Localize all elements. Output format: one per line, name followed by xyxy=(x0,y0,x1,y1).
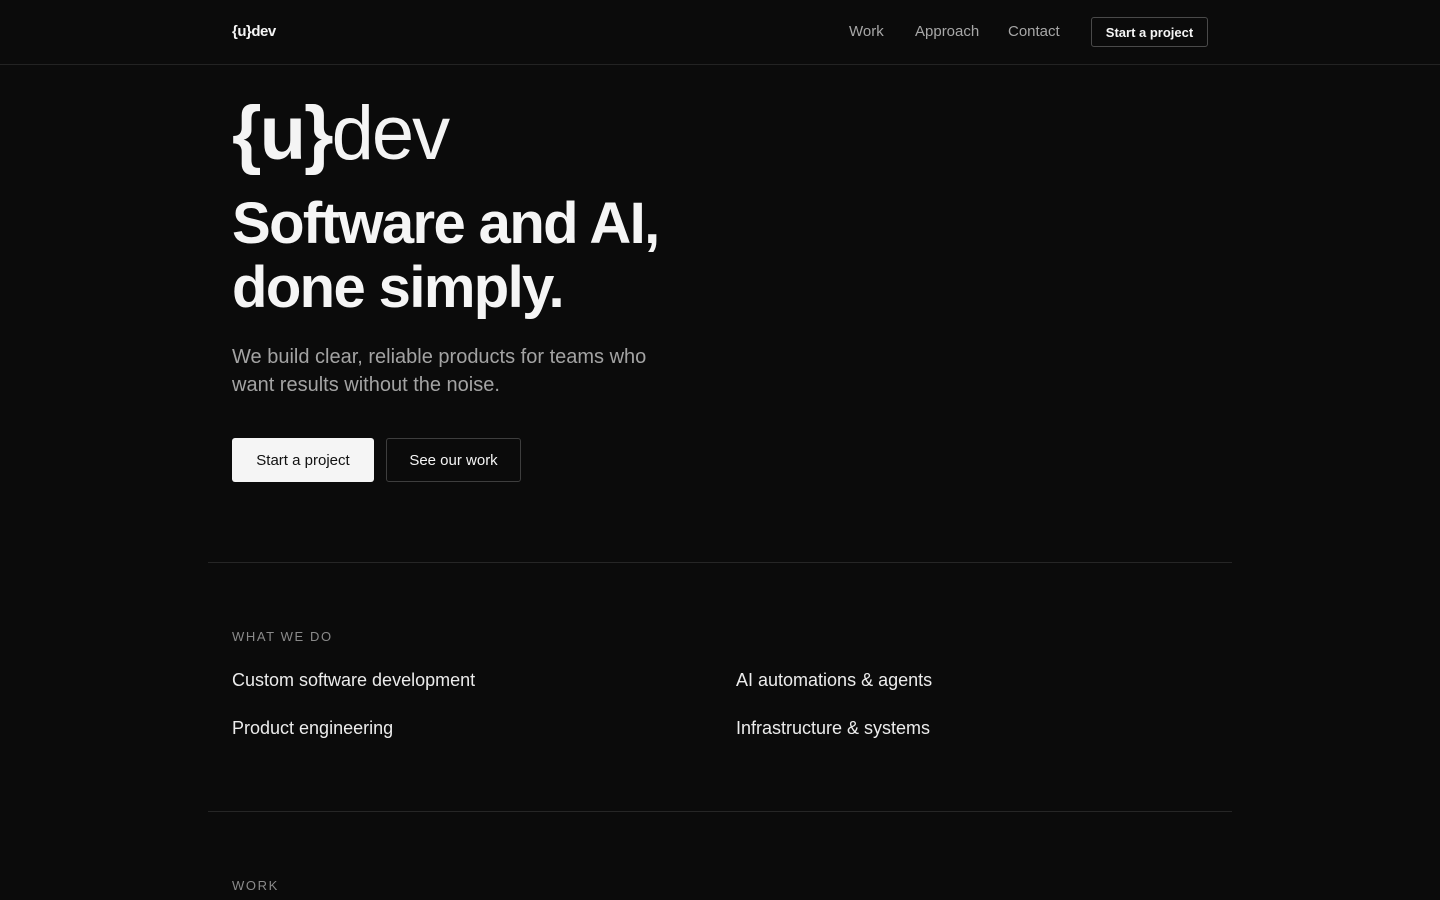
nav-link-contact[interactable]: Contact xyxy=(1008,23,1060,41)
service-item: AI automations & agents xyxy=(736,670,933,690)
hero-logo: {u}dev xyxy=(232,91,451,176)
service-item: Infrastructure & systems xyxy=(736,718,931,738)
section-divider xyxy=(208,562,1232,563)
header-start-project-button[interactable]: Start a project xyxy=(1091,17,1208,47)
top-navigation-bar: {u}dev Work Approach Contact Start a pro… xyxy=(0,0,1440,65)
header-logo[interactable]: {u}dev xyxy=(232,22,276,42)
hero-logo-text: dev xyxy=(331,91,451,176)
section-divider xyxy=(208,811,1232,812)
hero-headline: Software and AI, done simply. xyxy=(232,192,792,320)
hero-headline-line-2: done simply. xyxy=(232,255,565,320)
hero-logo-brace: {u} xyxy=(232,91,334,176)
nav-link-work[interactable]: Work xyxy=(849,23,884,41)
what-we-do-label: WHAT WE DO xyxy=(232,629,333,644)
work-section-label: WORK xyxy=(232,878,279,893)
service-item: Custom software development xyxy=(232,670,476,690)
hero-subtext: We build clear, reliable products for te… xyxy=(232,346,647,396)
hero-headline-line-1: Software and AI, xyxy=(232,191,660,256)
start-project-button[interactable]: Start a project xyxy=(232,438,374,482)
nav-link-approach[interactable]: Approach xyxy=(915,23,979,41)
service-item: Product engineering xyxy=(232,718,394,738)
see-our-work-button[interactable]: See our work xyxy=(386,438,521,482)
